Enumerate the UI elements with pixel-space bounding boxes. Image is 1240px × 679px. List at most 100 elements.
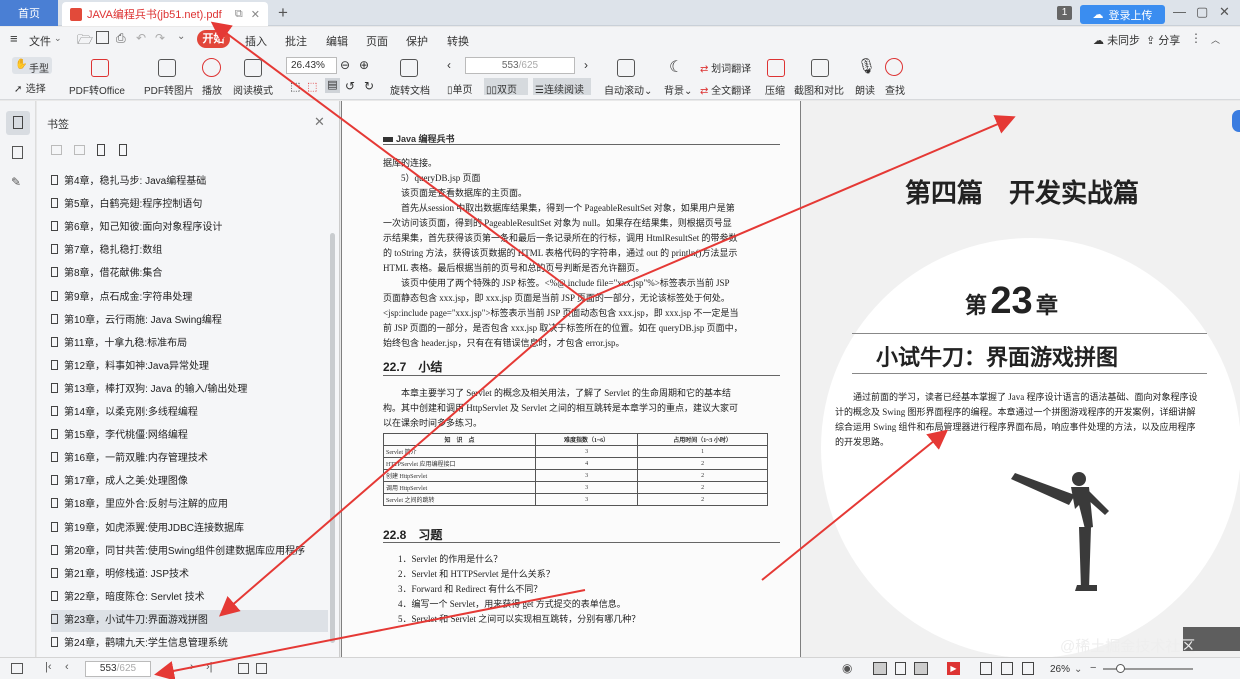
bookmark-item[interactable]: 第4章，稳扎马步: Java编程基础 bbox=[51, 171, 328, 193]
status-zoom-dropdown-icon[interactable]: ⌄ bbox=[1074, 664, 1082, 675]
toggle-sidebar-icon[interactable] bbox=[11, 663, 23, 674]
hamburger-icon[interactable]: ≡ bbox=[10, 31, 18, 46]
window-count-badge[interactable]: 1 bbox=[1057, 6, 1072, 20]
next-page-icon[interactable]: › bbox=[584, 58, 588, 72]
hand-tool-button[interactable]: ✋ 手型 bbox=[12, 57, 52, 75]
bookmark-item[interactable]: 第17章，成人之美:处理图像 bbox=[51, 471, 328, 493]
status-page-input[interactable]: 553/625 bbox=[85, 661, 151, 677]
bookmark-item[interactable]: 第22章，暗度陈仓: Servlet 技术 bbox=[51, 587, 328, 609]
bookmark-item[interactable]: 第13章，棒打双狗: Java 的输入/输出处理 bbox=[51, 379, 328, 401]
read-mode-button[interactable]: 阅读模式 bbox=[233, 82, 273, 97]
bookmark-item[interactable]: 第16章，一箭双雕:内存管理技术 bbox=[51, 448, 328, 470]
bookmark-item[interactable]: 第10章，云行雨施: Java Swing编程 bbox=[51, 310, 328, 332]
bookmark-expand-icon[interactable] bbox=[97, 144, 105, 156]
view-page-icon[interactable] bbox=[895, 662, 906, 675]
menu-file[interactable]: 文件 bbox=[29, 33, 51, 49]
first-page-icon[interactable]: |‹ bbox=[45, 661, 52, 673]
login-upload-button[interactable]: ☁ 登录上传 bbox=[1080, 5, 1165, 24]
play-button[interactable]: 播放 bbox=[202, 82, 222, 97]
fit-page-status-icon[interactable] bbox=[980, 662, 992, 675]
zoom-slider-thumb[interactable] bbox=[1116, 664, 1125, 673]
word-translate-button[interactable]: ⇄ 划词翻译 bbox=[700, 60, 751, 75]
bookmark-item[interactable]: 第5章，白鹤亮翅:程序控制语句 bbox=[51, 194, 328, 216]
side-expand-tab[interactable] bbox=[1232, 110, 1240, 132]
prev-page-status-icon[interactable]: ‹ bbox=[65, 661, 69, 673]
bookmark-item[interactable]: 第7章，稳扎稳打:数组 bbox=[51, 240, 328, 262]
redo-icon[interactable]: ↷ bbox=[155, 31, 165, 45]
fit-width-status-icon[interactable] bbox=[1001, 662, 1013, 675]
menu-protect[interactable]: 保护 bbox=[406, 33, 428, 49]
actual-size-icon[interactable]: ⬚ bbox=[307, 80, 317, 93]
menu-annotate[interactable]: 批注 bbox=[285, 33, 307, 49]
add-bookmark-icon[interactable] bbox=[51, 145, 62, 155]
rotate-doc-button[interactable]: 旋转文档 bbox=[390, 82, 430, 97]
tab-close-icon[interactable]: ✕ bbox=[251, 8, 260, 21]
fit-page-icon[interactable]: ⬚ bbox=[290, 80, 300, 93]
next-page-status-icon[interactable]: › bbox=[190, 661, 194, 673]
read-aloud-button[interactable]: 朗读 bbox=[855, 82, 875, 97]
menu-start[interactable]: 开始 bbox=[197, 30, 230, 48]
single-page-button[interactable]: ▯单页 bbox=[447, 81, 473, 96]
eye-protect-icon[interactable]: ◉ bbox=[842, 661, 852, 675]
pdf-to-image-button[interactable]: PDF转图片 bbox=[144, 82, 194, 97]
print-icon[interactable]: ⎙ bbox=[116, 31, 126, 46]
add-child-bookmark-icon[interactable] bbox=[74, 145, 85, 155]
pdf-to-office-button[interactable]: PDF转Office bbox=[69, 82, 125, 97]
bookmark-collapse-icon[interactable] bbox=[119, 144, 127, 156]
menu-page[interactable]: 页面 bbox=[366, 33, 388, 49]
last-page-icon[interactable]: ›| bbox=[206, 661, 213, 673]
status-zoom-out-icon[interactable]: − bbox=[1090, 662, 1096, 674]
more-chevron-icon[interactable]: ⌄ bbox=[177, 31, 185, 42]
collapse-ribbon-icon[interactable]: ︿ bbox=[1211, 33, 1220, 46]
minimize-button[interactable]: — bbox=[1173, 4, 1186, 19]
bookmark-item[interactable]: 第21章，明修栈道: JSP技术 bbox=[51, 564, 328, 586]
menu-insert[interactable]: 插入 bbox=[245, 33, 267, 49]
bookmark-item[interactable]: 第20章，同甘共苦:使用Swing组件创建数据库应用程序 bbox=[51, 541, 328, 563]
fullscreen-icon[interactable] bbox=[1022, 662, 1034, 675]
zoom-in-icon[interactable]: ⊕ bbox=[359, 58, 369, 72]
bookmark-item[interactable]: 第8章，借花献佛:集合 bbox=[51, 263, 328, 285]
bookmark-item[interactable]: 第12章，料事如神:Java异常处理 bbox=[51, 356, 328, 378]
find-button[interactable]: 查找 bbox=[885, 82, 905, 97]
bookmark-item[interactable]: 第24章，鹳啸九天:学生信息管理系统 bbox=[51, 633, 328, 655]
close-window-button[interactable]: ✕ bbox=[1219, 4, 1230, 20]
continuous-read-button[interactable]: ☰连续阅读 bbox=[533, 78, 591, 96]
tab-document[interactable]: JAVA编程兵书(jb51.net).pdf ⧉ ✕ bbox=[62, 2, 268, 26]
bookmark-item[interactable]: 第14章，以柔克刚:多线程编程 bbox=[51, 402, 328, 424]
rotate-left-icon[interactable]: ↺ bbox=[345, 79, 355, 93]
view-double-icon[interactable] bbox=[914, 662, 928, 675]
zoom-input[interactable]: 26.43% bbox=[286, 57, 337, 74]
tab-home[interactable]: 首页 bbox=[0, 0, 58, 26]
full-translate-button[interactable]: ⇄ 全文翻译 bbox=[700, 82, 751, 97]
bookmark-scrollbar[interactable] bbox=[330, 233, 335, 643]
status-zoom-level[interactable]: 26% bbox=[1050, 664, 1070, 675]
more-dots-icon[interactable]: ⋮ bbox=[1190, 31, 1202, 45]
thumbnail-panel-icon[interactable] bbox=[12, 146, 23, 159]
save-icon[interactable] bbox=[96, 31, 109, 44]
annotation-panel-icon[interactable]: ✎ bbox=[11, 175, 21, 189]
bookmark-item[interactable]: 第6章，知己知彼:面向对象程序设计 bbox=[51, 217, 328, 239]
bookmark-panel-button[interactable] bbox=[6, 111, 30, 135]
chevron-down-icon[interactable]: ⌄ bbox=[54, 33, 62, 44]
sync-status[interactable]: ☁ 未同步 bbox=[1093, 32, 1140, 48]
play-status-icon[interactable]: ▶ bbox=[947, 662, 960, 675]
bookmark-item[interactable]: 第18章，里应外合:反射与注解的应用 bbox=[51, 494, 328, 516]
undo-icon[interactable]: ↶ bbox=[136, 31, 146, 45]
bookmark-close-icon[interactable]: ✕ bbox=[314, 114, 325, 130]
menu-edit[interactable]: 编辑 bbox=[326, 33, 348, 49]
tab-float-icon[interactable]: ⧉ bbox=[235, 8, 243, 21]
bookmark-item[interactable]: 第11章，十拿九稳:标准布局 bbox=[51, 333, 328, 355]
share-button[interactable]: ⇪ 分享 bbox=[1146, 32, 1180, 48]
page-number-input[interactable]: 553/625 bbox=[465, 57, 575, 74]
extract-page-icon[interactable] bbox=[256, 663, 267, 674]
fit-width-icon[interactable]: ▤ bbox=[325, 78, 340, 93]
bookmark-item[interactable]: 第23章，小试牛刀:界面游戏拼图 bbox=[51, 609, 328, 632]
select-tool-button[interactable]: ➚ 选择 bbox=[14, 80, 46, 95]
screenshot-compare-button[interactable]: 截图和对比 bbox=[794, 82, 844, 97]
new-tab-button[interactable]: + bbox=[278, 3, 288, 23]
double-page-button[interactable]: ▯▯双页 bbox=[484, 78, 528, 96]
zoom-out-icon[interactable]: ⊖ bbox=[340, 58, 350, 72]
menu-convert[interactable]: 转换 bbox=[447, 33, 469, 49]
compress-button[interactable]: 压缩 bbox=[765, 82, 785, 97]
prev-page-icon[interactable]: ‹ bbox=[447, 58, 451, 72]
